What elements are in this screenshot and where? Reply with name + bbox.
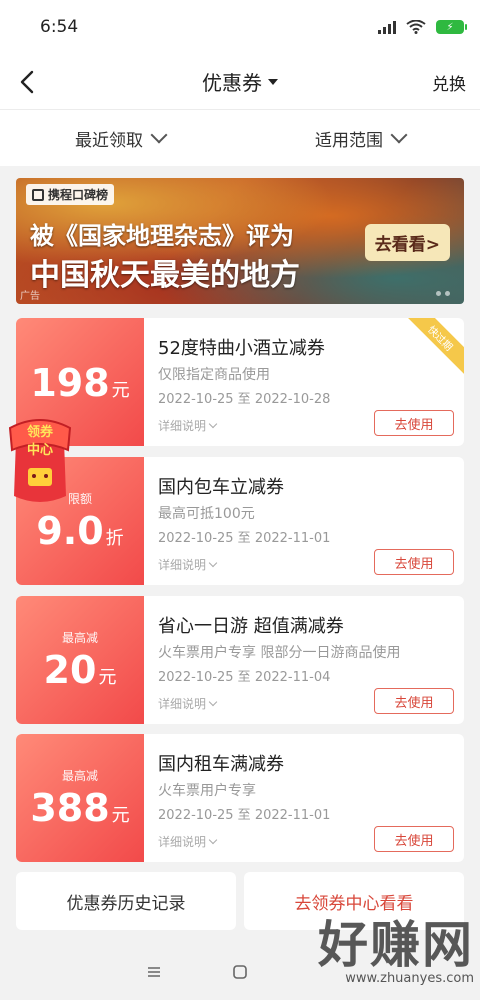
- menu-icon[interactable]: [146, 964, 162, 980]
- use-coupon-button[interactable]: 去使用: [374, 410, 454, 436]
- coupon-value: 最高减 388 元: [16, 734, 144, 862]
- brand-logo-icon: [32, 188, 44, 201]
- badge-text-top: 领券: [27, 424, 54, 440]
- coupon-desc: 最高可抵100元: [158, 506, 255, 522]
- wifi-icon: [406, 20, 426, 34]
- coupon-desc: 火车票用户专享: [158, 783, 256, 799]
- chevron-down-icon: [208, 558, 218, 567]
- ad-banner[interactable]: 携程口碑榜 被《国家地理杂志》评为 中国秋天最美的地方 去看看> 广告: [16, 178, 464, 304]
- watermark-url: www.zhuanyes.com: [345, 971, 474, 986]
- signal-icon: [378, 20, 396, 34]
- banner-cta-button[interactable]: 去看看>: [364, 224, 450, 261]
- coupon-amount: 20: [43, 647, 97, 692]
- coupon-title: 国内包车立减券: [158, 477, 284, 498]
- use-coupon-button[interactable]: 去使用: [374, 688, 454, 714]
- coupon-unit: 元: [98, 666, 117, 688]
- filter-scope[interactable]: 适用范围: [240, 110, 480, 166]
- status-bar: 6:54 ⚡: [0, 0, 480, 54]
- coupon-detail-toggle[interactable]: 详细说明: [158, 556, 218, 573]
- coupon-history-button[interactable]: 优惠券历史记录: [16, 872, 236, 930]
- coupon-detail-toggle[interactable]: 详细说明: [158, 833, 218, 850]
- banner-brand: 携程口碑榜: [26, 184, 115, 205]
- chevron-down-icon: [150, 126, 168, 144]
- status-time: 6:54: [40, 17, 79, 37]
- coupon-date: 2022-10-25 至 2022-11-04: [158, 670, 331, 685]
- coupon-date: 2022-10-25 至 2022-11-01: [158, 808, 331, 823]
- coupon-unit: 元: [111, 380, 130, 401]
- chevron-down-icon: [390, 126, 408, 144]
- coupon-unit: 折: [105, 527, 124, 549]
- coupon-detail-toggle[interactable]: 详细说明: [158, 417, 218, 434]
- coupon-desc: 仅限指定商品使用: [158, 367, 270, 383]
- badge-text-bottom: 中心: [27, 442, 53, 458]
- coupon-date: 2022-10-25 至 2022-10-28: [158, 392, 331, 407]
- coupon-date: 2022-10-25 至 2022-11-01: [158, 531, 331, 546]
- watermark-logo: 好赚网: [318, 916, 474, 974]
- use-coupon-button[interactable]: 去使用: [374, 549, 454, 575]
- status-icons: ⚡: [378, 20, 467, 34]
- filter-recent[interactable]: 最近领取: [0, 110, 240, 166]
- coupon-unit: 元: [111, 804, 130, 826]
- coupon-amount: 9.0: [36, 508, 104, 553]
- filter-scope-label: 适用范围: [315, 130, 383, 151]
- home-icon[interactable]: [232, 964, 248, 980]
- coupon-desc: 火车票用户专享 限部分一日游商品使用: [158, 645, 401, 661]
- use-coupon-button[interactable]: 去使用: [374, 826, 454, 852]
- redeem-button[interactable]: 兑换: [432, 70, 466, 95]
- battery-charging-icon: ⚡: [436, 20, 467, 34]
- coupon-title: 52度特曲小酒立减券: [158, 338, 325, 359]
- filter-recent-label: 最近领取: [75, 130, 143, 151]
- ad-label: 广告: [20, 291, 40, 302]
- watermark: 好赚网 www.zhuanyes.com: [264, 905, 474, 995]
- banner-headline: 被《国家地理杂志》评为: [30, 222, 294, 250]
- coupon-amount: 198: [30, 361, 110, 405]
- coupon-title: 国内租车满减券: [158, 754, 284, 775]
- coupon-card[interactable]: 限额 9.0 折 国内包车立减券 最高可抵100元 2022-10-25 至 2…: [16, 457, 464, 585]
- coupon-center-float-icon[interactable]: 领券 中心: [4, 410, 76, 510]
- coupon-title: 省心一日游 超值满减券: [158, 616, 344, 637]
- filter-bar: 最近领取 适用范围: [0, 110, 480, 166]
- coupon-amount: 388: [30, 785, 110, 830]
- coupon-card[interactable]: 最高减 20 元 省心一日游 超值满减券 火车票用户专享 限部分一日游商品使用 …: [16, 596, 464, 724]
- banner-pagination: [436, 291, 450, 296]
- chevron-down-icon: [208, 419, 218, 428]
- banner-subheadline: 中国秋天最美的地方: [30, 258, 300, 293]
- coupon-card[interactable]: 最高减 388 元 国内租车满减券 火车票用户专享 2022-10-25 至 2…: [16, 734, 464, 862]
- chevron-down-icon: [208, 835, 218, 844]
- caret-down-icon: [268, 78, 278, 85]
- page-title: 优惠券: [202, 71, 262, 95]
- coupon-detail-toggle[interactable]: 详细说明: [158, 695, 218, 712]
- chevron-down-icon: [208, 697, 218, 706]
- coupon-card[interactable]: 198 元 52度特曲小酒立减券 仅限指定商品使用 2022-10-25 至 2…: [16, 318, 464, 446]
- page-title-dropdown[interactable]: 优惠券: [0, 67, 480, 96]
- coupon-value: 最高减 20 元: [16, 596, 144, 724]
- nav-bar: 优惠券 兑换: [0, 54, 480, 110]
